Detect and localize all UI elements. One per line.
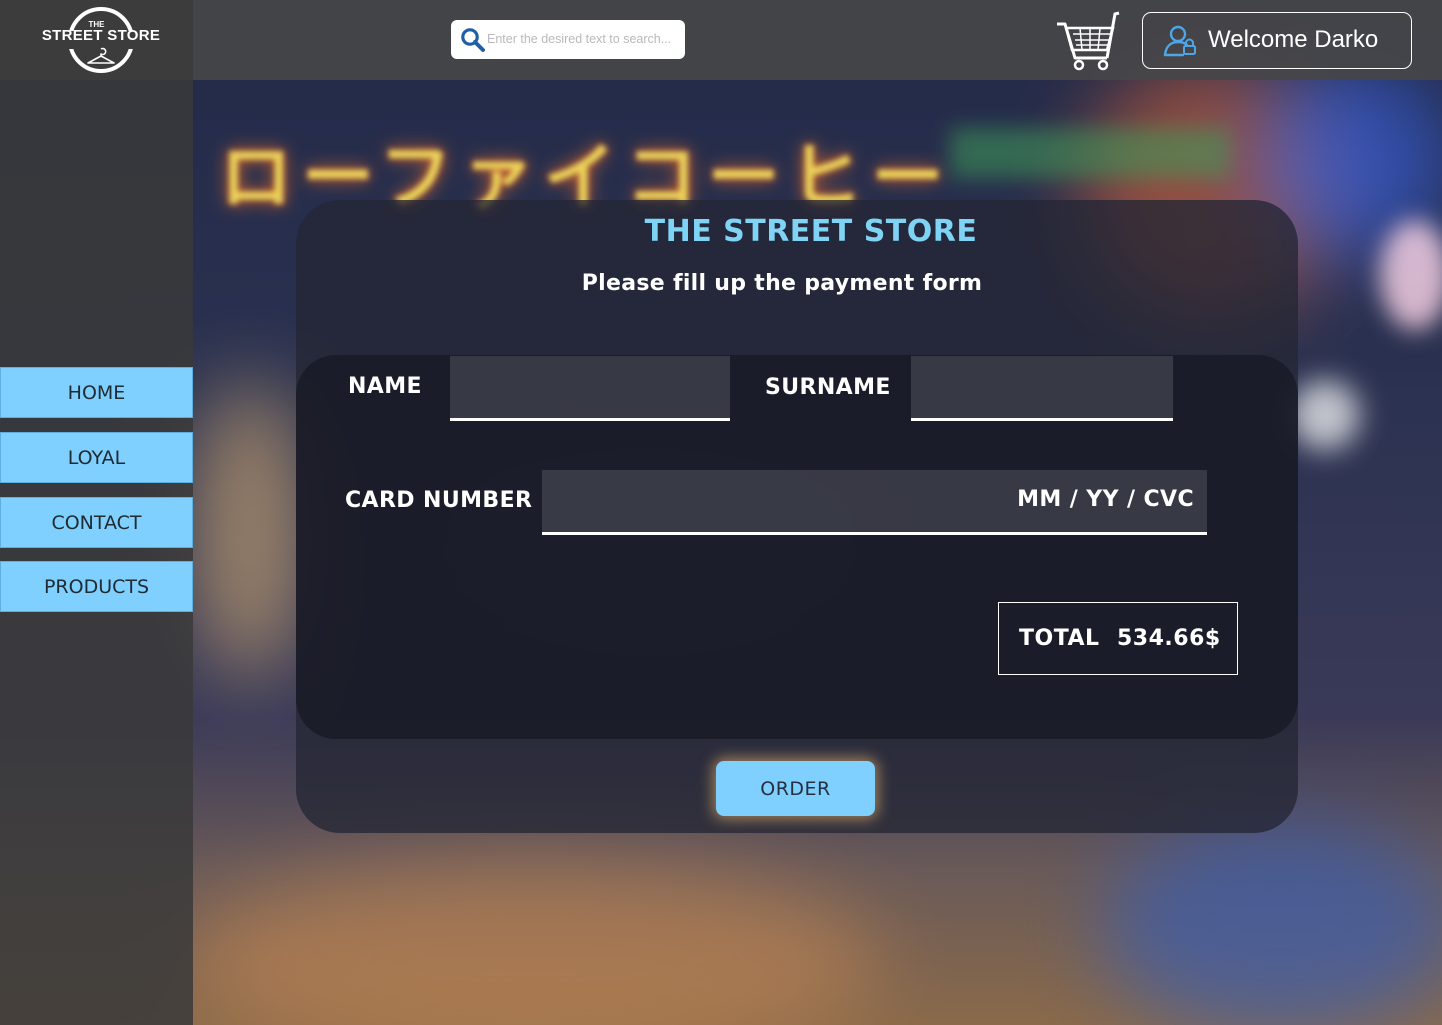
surname-label: SURNAME [765, 375, 891, 400]
order-button[interactable]: ORDER [716, 761, 875, 816]
hanger-icon [87, 47, 115, 64]
expiry-cvc-label: MM / YY / CVC [1017, 487, 1194, 512]
total-label: TOTAL [1019, 626, 1100, 651]
name-field[interactable] [450, 356, 730, 421]
search-input[interactable] [487, 29, 679, 49]
page-subtitle: Please fill up the payment form [581, 271, 983, 296]
cart-icon[interactable] [1055, 10, 1121, 72]
logo-main-text: STREET STORE [41, 27, 161, 44]
page-title: THE STREET STORE [644, 214, 978, 249]
card-number-field[interactable]: MM / YY / CVC [542, 470, 1207, 535]
total-box: TOTAL 534.66$ [998, 602, 1238, 675]
welcome-text: Welcome Darko [1208, 26, 1379, 53]
sidebar-item-home[interactable]: HOME [0, 367, 193, 418]
search-icon[interactable] [460, 27, 486, 53]
surname-field[interactable] [911, 356, 1173, 421]
search-bar [451, 20, 685, 59]
logo[interactable]: THE STREET STORE [0, 0, 193, 80]
sidebar-item-products[interactable]: PRODUCTS [0, 561, 193, 612]
sidebar-item-contact[interactable]: CONTACT [0, 497, 193, 548]
user-icon [1163, 25, 1196, 57]
card-number-input[interactable] [542, 470, 1002, 532]
total-value: 534.66$ [1117, 626, 1221, 651]
sidebar [0, 80, 193, 1025]
sidebar-item-loyal[interactable]: LOYAL [0, 432, 193, 483]
card-number-label: CARD NUMBER [345, 488, 533, 513]
user-welcome-button[interactable]: Welcome Darko [1142, 12, 1412, 69]
name-label: NAME [348, 374, 422, 399]
